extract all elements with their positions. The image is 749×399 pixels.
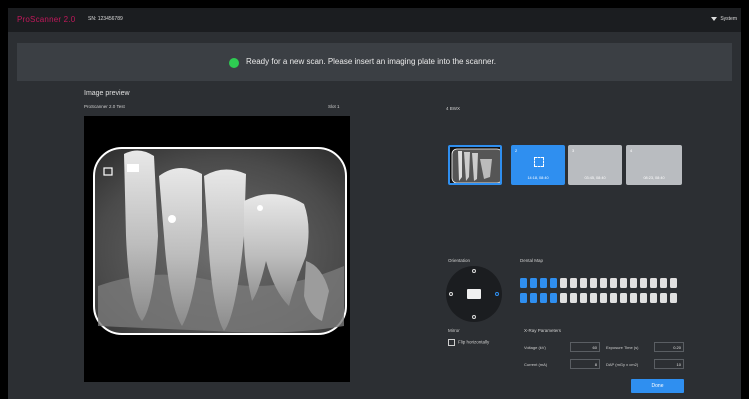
exposure-label: Exposure Time (s): [606, 345, 639, 350]
current-field[interactable]: 8: [570, 359, 600, 369]
status-banner: Ready for a new scan. Please insert an i…: [17, 43, 732, 81]
scan-slot-2[interactable]: 2 14:18, 08:40: [511, 145, 565, 185]
orientation-right-option[interactable]: [495, 292, 499, 296]
xray-image-graphic: [93, 147, 347, 335]
brand-title: ProScanner 2.0: [17, 15, 76, 24]
flip-label: Flip horizontally: [458, 339, 490, 345]
status-dot-icon: [229, 58, 239, 68]
scan-slot-4[interactable]: 4 08:23, 08:40: [626, 145, 682, 185]
system-menu-label: System: [720, 16, 737, 22]
dap-field[interactable]: 10: [654, 359, 684, 369]
mode-label: 4 BWX: [446, 106, 461, 111]
slot-number: 3: [572, 148, 575, 153]
orientation-control: [446, 266, 502, 322]
orientation-down-option[interactable]: [472, 315, 476, 319]
xray-image: [84, 116, 350, 382]
preview-subtitle: ProScanner 2.0 Test: [84, 104, 125, 109]
scan-target-icon: [534, 157, 544, 167]
current-label: Current (mA): [524, 362, 548, 367]
dental-map[interactable]: [520, 276, 682, 306]
slot-number: 2: [515, 148, 518, 153]
serial-number: SN: 123456789: [88, 16, 123, 22]
scan-slot-1[interactable]: [448, 145, 502, 185]
voltage-label: Voltage (kV): [524, 345, 546, 350]
lower-teeth-row: [520, 293, 677, 303]
voltage-field[interactable]: 60: [570, 342, 600, 352]
slot-number: 4: [630, 148, 633, 153]
slot-time: 14:18, 08:40: [527, 176, 549, 180]
orientation-title: Orientation: [448, 258, 471, 263]
orientation-up-option[interactable]: [472, 269, 476, 273]
upper-teeth-row: [520, 278, 677, 288]
checkbox-icon: [448, 339, 455, 346]
xray-params-title: X-Ray Parameters: [524, 328, 562, 333]
preview-title: Image preview: [84, 90, 130, 97]
mirror-title: Mirror: [448, 328, 460, 333]
exposure-field[interactable]: 0.20: [654, 342, 684, 352]
sensor-plate-icon: [467, 289, 481, 299]
status-message: Ready for a new scan. Please insert an i…: [246, 57, 496, 66]
slot-label: Slot 1: [328, 104, 340, 109]
slot-time: 03:45, 08:40: [584, 176, 606, 180]
orientation-left-option[interactable]: [449, 292, 453, 296]
dap-label: DAP (mGy x cm2): [606, 362, 639, 367]
slot-time: 08:23, 08:40: [643, 176, 665, 180]
system-menu[interactable]: System: [711, 16, 737, 22]
app-window: ProScanner 2.0 SN: 123456789 System Read…: [8, 8, 741, 399]
top-bar: ProScanner 2.0 SN: 123456789 System: [8, 8, 741, 32]
flip-horizontally-checkbox[interactable]: Flip horizontally: [448, 339, 489, 346]
scan-thumbnail: [451, 148, 500, 183]
dental-map-title: Dental Map: [520, 258, 544, 263]
chevron-down-icon: [711, 16, 718, 21]
scan-slot-3[interactable]: 3 03:45, 08:40: [568, 145, 622, 185]
done-button[interactable]: Done: [631, 379, 684, 393]
